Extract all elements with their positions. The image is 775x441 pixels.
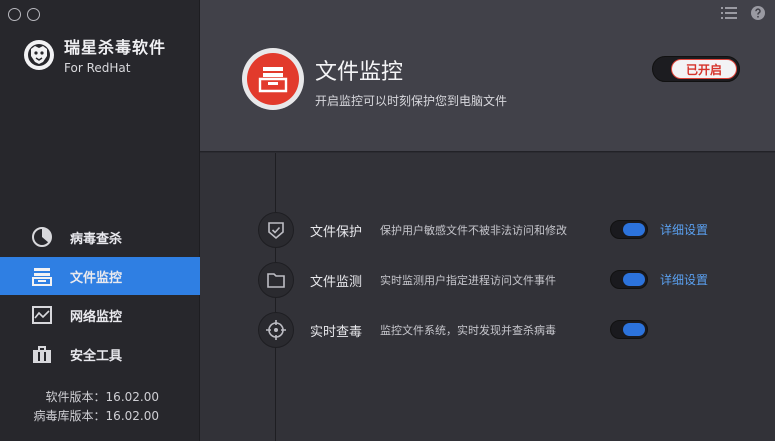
minimize-window-button[interactable] — [27, 8, 40, 21]
virus-db-version: 病毒库版本：16.02.00 — [33, 409, 159, 423]
file-detection-settings-link[interactable]: 详细设置 — [660, 271, 708, 288]
master-toggle-label: 已开启 — [671, 59, 737, 79]
setting-description: 保护用户敏感文件不被非法访问和修改 — [380, 224, 567, 237]
sidebar-item-virus-scan[interactable]: 病毒查杀 — [0, 218, 200, 256]
file-tray-icon — [30, 264, 54, 288]
master-toggle[interactable]: 已开启 — [652, 56, 740, 82]
list-menu-icon[interactable] — [721, 6, 737, 20]
sidebar-item-security-tools[interactable]: 安全工具 — [0, 335, 200, 373]
network-monitor-icon — [30, 303, 54, 327]
sidebar-item-file-monitor[interactable]: 文件监控 — [0, 257, 200, 295]
version-info: 软件版本：16.02.00 病毒库版本：16.02.00 — [34, 388, 159, 426]
header-panel: 文件监控 开启监控可以时刻保护您到电脑文件 已开启 — [200, 0, 775, 152]
setting-title: 文件保护 — [310, 225, 363, 240]
crosshair-icon — [258, 312, 294, 348]
toolbox-icon — [30, 342, 54, 366]
shield-check-icon — [258, 212, 294, 248]
brand-title: 瑞星杀毒软件 — [64, 38, 167, 57]
setting-row-file-protection: 文件保护 保护用户敏感文件不被非法访问和修改 详细设置 — [200, 210, 775, 250]
settings-panel: 文件保护 保护用户敏感文件不被非法访问和修改 详细设置 文件监测 实时监测用户指… — [200, 153, 775, 441]
lion-logo-icon — [24, 40, 54, 70]
page-subtitle: 开启监控可以时刻保护您到电脑文件 — [315, 94, 508, 108]
file-detection-toggle[interactable] — [610, 270, 648, 289]
setting-row-file-detection: 文件监测 实时监测用户指定进程访问文件事件 详细设置 — [200, 260, 775, 300]
sidebar-nav: 病毒查杀 文件监控 网络监控 安全工具 — [0, 218, 200, 374]
brand-subtitle: For RedHat — [64, 61, 131, 75]
setting-title: 文件监测 — [310, 275, 363, 290]
setting-title: 实时查毒 — [310, 325, 363, 340]
sidebar: 瑞星杀毒软件 For RedHat 病毒查杀 文件监控 网络监控 安全工具 软件… — [0, 0, 200, 441]
file-tray-icon — [258, 67, 288, 93]
realtime-scan-toggle[interactable] — [610, 320, 648, 339]
sidebar-item-label: 病毒查杀 — [70, 231, 123, 247]
window-controls — [8, 8, 40, 21]
sidebar-item-network-monitor[interactable]: 网络监控 — [0, 296, 200, 334]
setting-description: 实时监测用户指定进程访问文件事件 — [380, 274, 556, 287]
file-monitor-badge — [242, 48, 304, 110]
file-protection-settings-link[interactable]: 详细设置 — [660, 221, 708, 238]
sidebar-item-label: 安全工具 — [70, 348, 123, 364]
sidebar-item-label: 文件监控 — [70, 270, 123, 286]
help-icon[interactable] — [751, 6, 765, 20]
sidebar-item-label: 网络监控 — [70, 309, 123, 325]
top-toolbar — [721, 6, 765, 20]
pie-chart-icon — [30, 225, 54, 249]
setting-row-realtime-scan: 实时查毒 监控文件系统，实时发现并查杀病毒 — [200, 310, 775, 350]
setting-description: 监控文件系统，实时发现并查杀病毒 — [380, 324, 556, 337]
page-title: 文件监控 — [315, 60, 404, 85]
software-version: 软件版本：16.02.00 — [45, 390, 159, 404]
brand: 瑞星杀毒软件 For RedHat — [22, 38, 166, 76]
file-protection-toggle[interactable] — [610, 220, 648, 239]
close-window-button[interactable] — [8, 8, 21, 21]
app-window: 瑞星杀毒软件 For RedHat 病毒查杀 文件监控 网络监控 安全工具 软件… — [0, 0, 775, 441]
folder-icon — [258, 262, 294, 298]
